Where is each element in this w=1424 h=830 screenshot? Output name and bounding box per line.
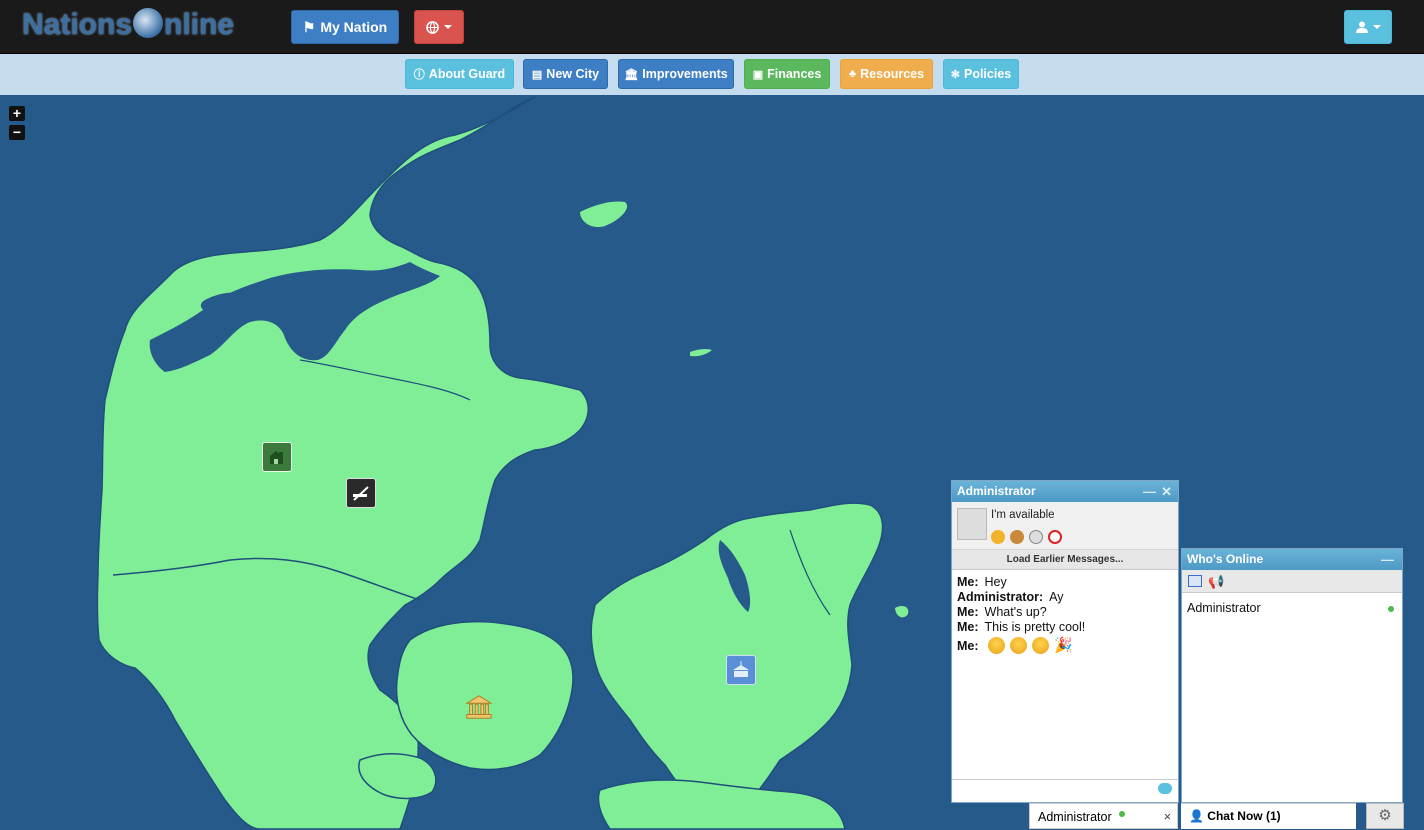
- bank-building-icon: [465, 695, 493, 719]
- close-icon[interactable]: ×: [1164, 804, 1171, 830]
- status-busy-icon[interactable]: [1010, 530, 1024, 544]
- bank-icon: 🏛: [624, 68, 639, 81]
- smiley-emoji-icon: [988, 637, 1006, 654]
- message: Me: Hey: [957, 575, 1007, 589]
- pollution-marker[interactable]: [346, 478, 376, 508]
- whos-online-window: Who's Online — 📢 Administrator: [1181, 548, 1403, 803]
- farm-icon: [270, 451, 283, 464]
- finances-button[interactable]: ▣ Finances: [744, 59, 830, 89]
- party-popper-emoji-icon: 🎉: [1054, 637, 1073, 654]
- new-city-button[interactable]: ▤ New City: [523, 59, 608, 89]
- gear-icon: ⚙: [1378, 807, 1392, 824]
- user-menu-button[interactable]: [1344, 10, 1392, 44]
- message-list: Me: Hey Administrator: Ay Me: What's up? Me…: [952, 570, 1178, 659]
- heart-eyes-emoji-icon: [1032, 637, 1050, 654]
- zoom-in-button[interactable]: +: [9, 106, 25, 121]
- money-icon: ▣: [752, 68, 764, 81]
- chat-header: I'm available: [952, 502, 1178, 550]
- caret-down-icon: [1372, 25, 1381, 29]
- user-online-icon: 👤: [1189, 809, 1204, 823]
- improvements-button[interactable]: 🏛 Improvements: [618, 59, 734, 89]
- my-nation-button[interactable]: ⚑ My Nation: [291, 10, 399, 44]
- speech-bubble-icon[interactable]: [1158, 783, 1172, 794]
- load-earlier-button[interactable]: Load Earlier Messages...: [952, 550, 1178, 570]
- message: Me: This is pretty cool!: [957, 620, 1086, 634]
- whos-online-titlebar[interactable]: Who's Online —: [1182, 549, 1402, 570]
- resources-button[interactable]: ♣ Resources: [840, 59, 933, 89]
- user-icon: [1355, 21, 1368, 33]
- whos-online-toolbar: 📢: [1182, 570, 1402, 593]
- globe-logo-icon: [133, 8, 164, 38]
- online-status-dot: [1119, 811, 1126, 817]
- globe-icon: [426, 20, 439, 34]
- status-text: I'm available: [991, 509, 1055, 521]
- tree-icon: ♣: [848, 68, 857, 80]
- flag-icon: ⚑: [302, 18, 316, 35]
- zoom-out-button[interactable]: −: [9, 125, 25, 140]
- megaphone-icon[interactable]: 📢: [1208, 574, 1224, 590]
- building-icon: ▤: [531, 68, 543, 81]
- action-toolbar: ⓘ About Guard ▤ New City 🏛 Improvements ▣ Fi…: [0, 54, 1424, 95]
- chat-now-button[interactable]: 👤 Chat Now (1): [1181, 803, 1356, 829]
- status-offline-icon[interactable]: [1048, 530, 1062, 544]
- bank-marker[interactable]: [465, 693, 493, 721]
- message: Me: What's up?: [957, 605, 1047, 619]
- chat-message-input[interactable]: [952, 779, 1178, 802]
- avatar: [957, 508, 987, 540]
- top-navbar: Nations nline ⚑ My Nation: [0, 0, 1424, 54]
- message: Me: 🎉: [957, 637, 1073, 654]
- farm-marker[interactable]: [262, 442, 292, 472]
- no-smoking-icon: [353, 486, 369, 501]
- world-menu-button[interactable]: [414, 10, 464, 44]
- close-icon[interactable]: ✕: [1161, 481, 1172, 502]
- chat-window: Administrator — ✕ I'm available Load Ear…: [951, 480, 1179, 803]
- caret-down-icon: [444, 25, 452, 29]
- policies-button[interactable]: ✻ Policies: [943, 59, 1019, 89]
- message: Administrator: Ay: [957, 590, 1064, 604]
- status-away-icon[interactable]: [1029, 530, 1043, 544]
- logo[interactable]: Nations nline: [22, 8, 234, 42]
- chat-bottom-bar: Administrator × 👤 Chat Now (1) ⚙: [1029, 803, 1424, 829]
- online-user-item[interactable]: Administrator: [1182, 593, 1402, 623]
- government-building-icon: [733, 661, 749, 677]
- capital-marker[interactable]: [726, 655, 756, 685]
- wink-emoji-icon: [1010, 637, 1028, 654]
- about-guard-button[interactable]: ⓘ About Guard: [405, 59, 514, 89]
- info-icon: ⓘ: [413, 69, 425, 81]
- sign-in-icon[interactable]: [1188, 575, 1202, 587]
- minimize-icon[interactable]: —: [1143, 481, 1156, 502]
- online-status-dot: [1388, 606, 1394, 612]
- minimize-icon[interactable]: —: [1381, 549, 1394, 570]
- chat-tab-administrator[interactable]: Administrator ×: [1029, 803, 1178, 829]
- gear-icon: ✻: [950, 68, 960, 81]
- status-available-icon[interactable]: [991, 530, 1005, 544]
- chat-window-titlebar[interactable]: Administrator — ✕: [952, 481, 1178, 502]
- chat-settings-button[interactable]: ⚙: [1366, 803, 1404, 829]
